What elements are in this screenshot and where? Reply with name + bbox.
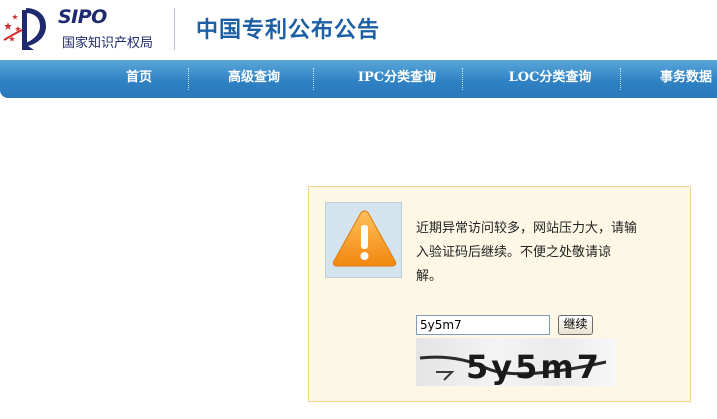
- warning-icon: [332, 210, 397, 267]
- captcha-alert-box: 近期异常访问较多，网站压力大，请输 入验证码后继续。不便之处敬请谅 解。 继续 …: [308, 186, 691, 402]
- nav-home[interactable]: 首页: [108, 60, 170, 98]
- alert-message-line: 近期异常访问较多，网站压力大，请输: [416, 221, 638, 236]
- nav-ipc-search[interactable]: IPC分类查询: [346, 60, 448, 98]
- continue-button[interactable]: 继续: [558, 315, 593, 335]
- nav-advanced-search[interactable]: 高级查询: [214, 60, 294, 98]
- logo-text-en: SIPO: [58, 6, 107, 28]
- sipo-emblem-icon: [3, 8, 46, 50]
- main-navbar: 首页 高级查询 IPC分类查询 LOC分类查询 事务数据: [0, 60, 717, 98]
- logo-text-cn: 国家知识产权局: [62, 36, 154, 51]
- alert-message-line: 入验证码后继续。不便之处敬请谅: [416, 245, 612, 260]
- site-title: 中国专利公布公告: [196, 18, 381, 43]
- captcha-input[interactable]: [416, 315, 550, 335]
- alert-message-line: 解。: [416, 269, 443, 284]
- alert-message: 近期异常访问较多，网站压力大，请输 入验证码后继续。不便之处敬请谅 解。: [416, 217, 666, 289]
- nav-separator: [620, 68, 621, 90]
- captcha-image: 5y5m7: [416, 338, 616, 386]
- captcha-image-graphic: 5y5m7: [419, 348, 607, 386]
- warning-icon-frame: [325, 202, 402, 278]
- header: SIPO 国家知识产权局 中国专利公布公告: [0, 0, 717, 60]
- nav-separator: [313, 68, 314, 90]
- nav-separator: [188, 68, 189, 90]
- header-divider: [174, 8, 175, 50]
- nav-separator: [462, 68, 463, 90]
- nav-transaction-data[interactable]: 事务数据: [660, 60, 717, 98]
- nav-loc-search[interactable]: LOC分类查询: [500, 60, 600, 98]
- sipo-logo[interactable]: SIPO 国家知识产权局: [0, 4, 172, 54]
- captcha-image-text: 5y5m7: [466, 348, 602, 386]
